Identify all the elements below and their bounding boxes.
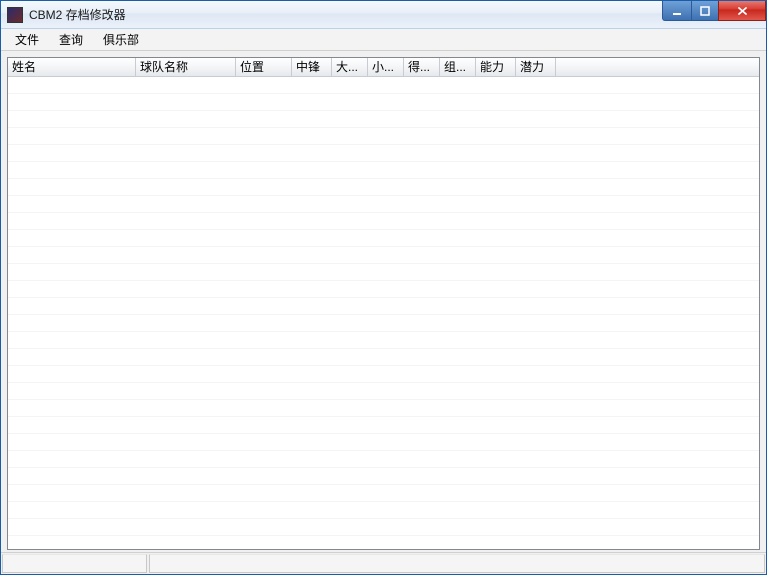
- column-headers: 姓名 球队名称 位置 中锋 大... 小... 得... 组... 能力 潜力: [8, 58, 759, 77]
- column-header-center[interactable]: 中锋: [292, 58, 332, 76]
- menu-club[interactable]: 俱乐部: [93, 29, 149, 50]
- content-frame: 姓名 球队名称 位置 中锋 大... 小... 得... 组... 能力 潜力: [1, 51, 766, 552]
- menubar: 文件 查询 俱乐部: [1, 29, 766, 51]
- column-header-potential[interactable]: 潜力: [516, 58, 556, 76]
- menu-file[interactable]: 文件: [5, 29, 49, 50]
- column-header-team[interactable]: 球队名称: [136, 58, 236, 76]
- menu-query[interactable]: 查询: [49, 29, 93, 50]
- status-right: [149, 554, 765, 573]
- column-header-sf[interactable]: 小...: [368, 58, 404, 76]
- close-button[interactable]: [718, 1, 766, 21]
- column-header-sg[interactable]: 得...: [404, 58, 440, 76]
- minimize-button[interactable]: [662, 1, 692, 21]
- status-left: [2, 554, 147, 573]
- column-header-pg[interactable]: 组...: [440, 58, 476, 76]
- maximize-button[interactable]: [691, 1, 719, 21]
- titlebar: CBM2 存档修改器: [1, 1, 766, 29]
- column-header-pf[interactable]: 大...: [332, 58, 368, 76]
- window-controls: [663, 1, 766, 21]
- app-icon: [7, 7, 23, 23]
- column-header-ability[interactable]: 能力: [476, 58, 516, 76]
- minimize-icon: [672, 6, 682, 16]
- window-title: CBM2 存档修改器: [29, 6, 126, 23]
- column-header-position[interactable]: 位置: [236, 58, 292, 76]
- column-header-filler[interactable]: [556, 58, 759, 76]
- close-icon: [737, 6, 748, 16]
- grid-body[interactable]: [8, 77, 759, 549]
- column-header-name[interactable]: 姓名: [8, 58, 136, 76]
- statusbar: [1, 552, 766, 574]
- maximize-icon: [700, 6, 710, 16]
- list-view[interactable]: 姓名 球队名称 位置 中锋 大... 小... 得... 组... 能力 潜力: [7, 57, 760, 550]
